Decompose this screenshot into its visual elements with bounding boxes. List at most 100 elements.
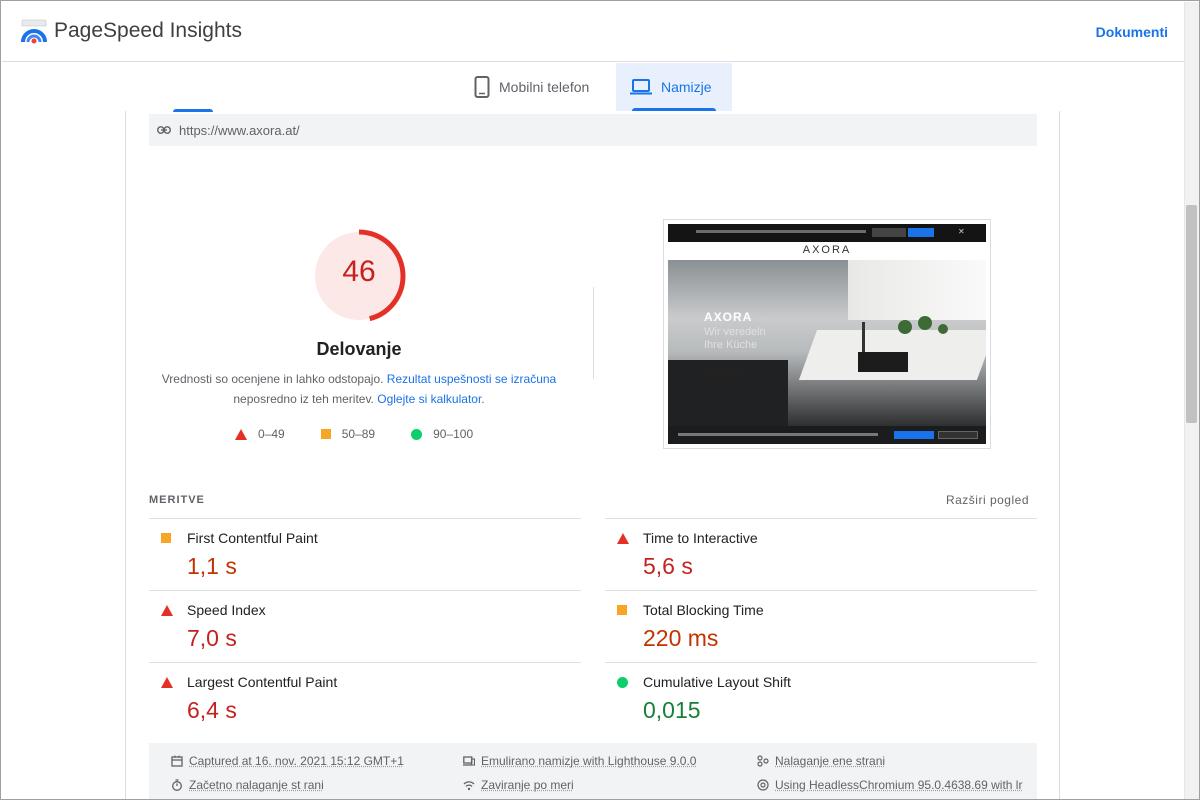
fail-triangle-icon	[235, 428, 247, 440]
fail-triangle-icon	[161, 677, 173, 688]
browser-viewport: PageSpeed Insights Dokumenti Mobilni tel…	[0, 0, 1200, 800]
runtime-page-load: Nalaganje ene strani	[757, 754, 885, 768]
metric-tbt: Total Blocking Time 220 ms	[605, 590, 1037, 662]
timer-icon	[172, 779, 182, 791]
shot-notice-text	[696, 230, 866, 233]
metrics-label: MERITVE	[149, 494, 205, 506]
metric-value: 1,1 s	[187, 553, 237, 579]
shot-region-button	[908, 228, 934, 237]
metric-value: 0,015	[643, 697, 701, 723]
shot-close-icon: ✕	[958, 227, 965, 236]
shot-hero-subtitle: Wir veredeln Ihre Küche	[704, 326, 766, 351]
runtime-label[interactable]: Začetno nalaganje st rani	[189, 778, 324, 792]
page-load-icon	[757, 755, 769, 767]
metric-name: Largest Contentful Paint	[187, 674, 338, 690]
docs-link[interactable]: Dokumenti	[1096, 24, 1168, 40]
shot-cta	[706, 368, 746, 378]
shot-sink	[858, 352, 908, 372]
pass-circle-icon	[411, 428, 423, 440]
shot-region-select	[872, 228, 906, 237]
legend-pass: 90–100	[411, 427, 473, 441]
tab-mobile[interactable]: Mobilni telefon	[460, 63, 603, 111]
shot-cookie-banner	[668, 426, 986, 444]
legend-average-label: 50–89	[341, 427, 376, 441]
metric-name: Total Blocking Time	[643, 602, 764, 618]
runtime-label[interactable]: Zaviranje po meri	[481, 778, 574, 792]
performance-score: 46	[342, 255, 376, 288]
shot-plant	[938, 324, 948, 334]
metric-cls: Cumulative Layout Shift 0,015	[605, 662, 1037, 734]
calculator-link[interactable]: Oglejte si kalkulator.	[377, 392, 484, 406]
link-icon	[157, 126, 171, 134]
runtime-label[interactable]: Using HeadlessChromium 95.0.4638.69 with…	[775, 778, 1022, 792]
runtime-browser: Using HeadlessChromium 95.0.4638.69 with…	[757, 778, 1022, 792]
tab-mobile-label: Mobilni telefon	[499, 79, 590, 95]
average-square-icon	[161, 533, 171, 543]
runtime-settings: Captured at 16. nov. 2021 15:12 GMT+1 Em…	[149, 743, 1037, 799]
legend-pass-label: 90–100	[433, 427, 474, 441]
gauge-divider	[593, 287, 594, 379]
metrics-header: MERITVE Razširi pogled	[149, 491, 1037, 519]
card-accent-line	[173, 109, 213, 112]
average-square-icon	[320, 429, 331, 439]
fail-triangle-icon	[161, 605, 173, 616]
score-note-text-2: neposredno iz teh meritev.	[233, 392, 378, 406]
metric-name: Time to Interactive	[643, 530, 758, 546]
metric-name: Speed Index	[187, 602, 266, 618]
screenshot-image: ✕ AXORA AXORA Wir veredeln Ihre Küche	[668, 224, 986, 444]
shot-cookie-topbar: ✕	[668, 224, 986, 242]
metric-fcp: First Contentful Paint 1,1 s	[149, 518, 581, 590]
pass-circle-icon	[617, 677, 628, 688]
score-calc-link[interactable]: Rezultat uspešnosti se izračuna	[387, 372, 556, 386]
scrollbar-thumb[interactable]	[1186, 205, 1197, 423]
legend-fail: 0–49	[235, 427, 285, 441]
calendar-icon	[171, 755, 183, 767]
shot-nav: AXORA	[668, 242, 986, 260]
devices-icon	[463, 756, 475, 766]
metric-name: First Contentful Paint	[187, 530, 318, 546]
smartphone-icon	[474, 76, 490, 98]
metric-tti: Time to Interactive 5,6 s	[605, 518, 1037, 590]
metric-speed-index: Speed Index 7,0 s	[149, 590, 581, 662]
score-legend: 0–49 50–89 90–100	[235, 427, 473, 441]
metric-value: 6,4 s	[187, 697, 237, 723]
report-url[interactable]: https://www.axora.at/	[179, 123, 300, 138]
shot-cookie-accept	[894, 431, 934, 439]
runtime-label: Captured at 16. nov. 2021 15:12 GMT+1	[189, 754, 404, 768]
runtime-captured: Captured at 16. nov. 2021 15:12 GMT+1	[171, 754, 404, 768]
fail-triangle-icon	[617, 533, 629, 544]
shot-cookie-settings	[938, 431, 978, 439]
shot-hero-title: AXORA	[704, 310, 753, 324]
score-note-text-1: Vrednosti so ocenjene in lahko odstopajo…	[161, 372, 387, 386]
chromium-icon	[757, 779, 769, 791]
shot-hero: AXORA Wir veredeln Ihre Küche	[668, 260, 986, 426]
metric-name: Cumulative Layout Shift	[643, 674, 791, 690]
runtime-label[interactable]: Emulirano namizje with Lighthouse 9.0.0	[481, 754, 696, 768]
score-explanation: Vrednosti so ocenjene in lahko odstopajo…	[151, 369, 567, 409]
tab-desktop[interactable]: Namizje	[616, 63, 732, 111]
legend-average: 50–89	[320, 427, 376, 441]
metric-value: 7,0 s	[187, 625, 237, 651]
shot-window	[848, 260, 986, 320]
shot-plant	[898, 320, 912, 334]
wifi-icon	[463, 781, 475, 791]
runtime-initial-load: Začetno nalaganje st rani	[171, 778, 324, 792]
expand-view-toggle[interactable]: Razširi pogled	[946, 493, 1029, 507]
runtime-label[interactable]: Nalaganje ene strani	[775, 754, 885, 768]
shot-tap	[862, 322, 865, 354]
legend-fail-label: 0–49	[258, 427, 285, 441]
metric-lcp: Largest Contentful Paint 6,4 s	[149, 662, 581, 734]
shot-cookie-text	[678, 433, 878, 436]
pagespeed-logo-icon	[21, 19, 47, 44]
runtime-emulation: Emulirano namizje with Lighthouse 9.0.0	[463, 754, 696, 768]
app-title: PageSpeed Insights	[54, 19, 242, 42]
average-square-icon	[617, 605, 627, 615]
device-tabs: Mobilni telefon Namizje	[2, 63, 1184, 111]
shot-brand: AXORA	[802, 244, 852, 256]
tab-desktop-label: Namizje	[661, 79, 712, 95]
laptop-icon	[630, 79, 652, 95]
shot-plant	[918, 316, 932, 330]
metric-value: 220 ms	[643, 625, 719, 651]
runtime-throttling: Zaviranje po meri	[463, 778, 574, 792]
page-screenshot[interactable]: ✕ AXORA AXORA Wir veredeln Ihre Küche	[663, 219, 991, 449]
